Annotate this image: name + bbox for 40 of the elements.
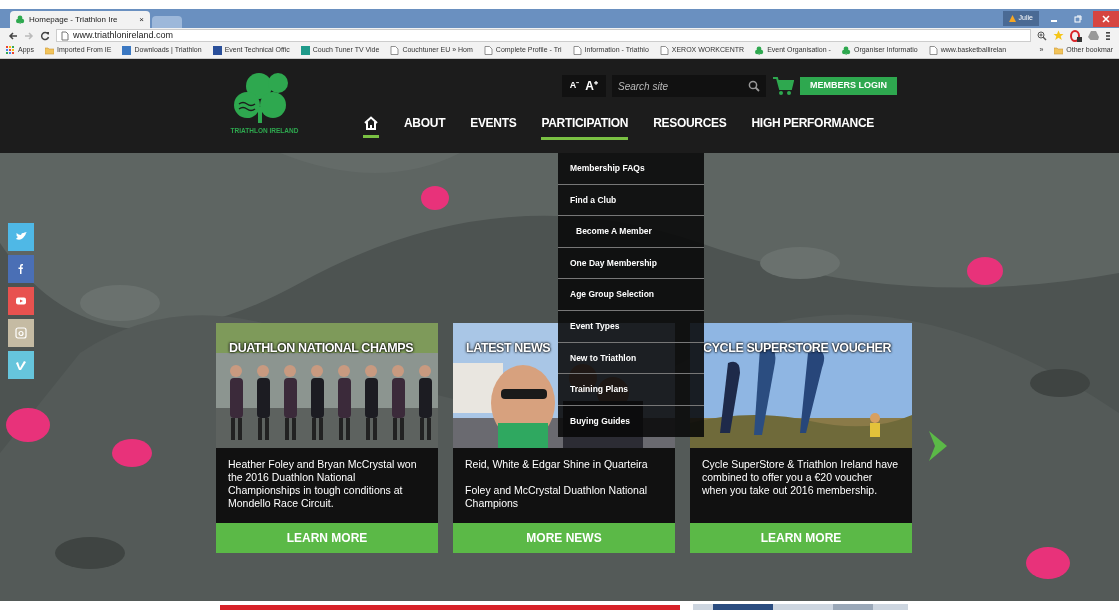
tab-title: Homepage - Triathlon Ire bbox=[29, 13, 119, 26]
font-size-button[interactable]: A⁺ bbox=[585, 77, 598, 95]
search-icon bbox=[748, 80, 760, 92]
search-button[interactable] bbox=[742, 75, 766, 97]
nav-link[interactable]: EVENTS bbox=[470, 114, 517, 140]
home-link[interactable] bbox=[363, 116, 379, 138]
zoom-icon[interactable] bbox=[1037, 30, 1047, 41]
star-icon[interactable] bbox=[1053, 30, 1064, 41]
close-icon bbox=[1102, 14, 1110, 23]
folder-icon bbox=[44, 46, 54, 55]
menu-icon[interactable] bbox=[1105, 30, 1111, 41]
home-icon bbox=[363, 116, 379, 130]
nav-link[interactable]: RESOURCES bbox=[653, 114, 727, 140]
reload-icon[interactable] bbox=[40, 30, 50, 41]
warning-icon bbox=[1008, 15, 1016, 22]
page-icon bbox=[659, 46, 669, 55]
folder-icon bbox=[1054, 46, 1064, 55]
shamrock-icon bbox=[755, 46, 765, 55]
extension-icon[interactable] bbox=[1070, 29, 1082, 42]
page-icon bbox=[928, 46, 938, 55]
browser-tab[interactable]: Homepage - Triathlon Ire × bbox=[10, 11, 150, 28]
drive-icon[interactable] bbox=[1088, 30, 1099, 41]
page-icon bbox=[572, 46, 582, 55]
page-icon bbox=[483, 46, 493, 55]
page-icon bbox=[390, 46, 400, 55]
nav-link[interactable]: PARTICIPATION bbox=[541, 114, 629, 140]
restore-icon[interactable] bbox=[1074, 14, 1082, 23]
shamrock-icon bbox=[16, 15, 25, 24]
cart-icon[interactable] bbox=[772, 75, 794, 97]
nav-link[interactable]: HIGH PERFORMANCE bbox=[751, 114, 875, 140]
close-icon[interactable]: × bbox=[139, 13, 144, 26]
address-field[interactable]: www.triathlonireland.com bbox=[56, 29, 1031, 42]
nav-link[interactable]: ABOUT bbox=[404, 114, 446, 140]
apps-icon bbox=[6, 46, 15, 55]
close-button[interactable] bbox=[1093, 10, 1119, 27]
shamrock-icon bbox=[841, 46, 851, 55]
page-icon bbox=[61, 30, 69, 41]
font-size-button[interactable]: A⁻ bbox=[569, 79, 580, 93]
search-field[interactable]: Search site bbox=[612, 75, 742, 97]
back-icon[interactable] bbox=[8, 30, 18, 41]
